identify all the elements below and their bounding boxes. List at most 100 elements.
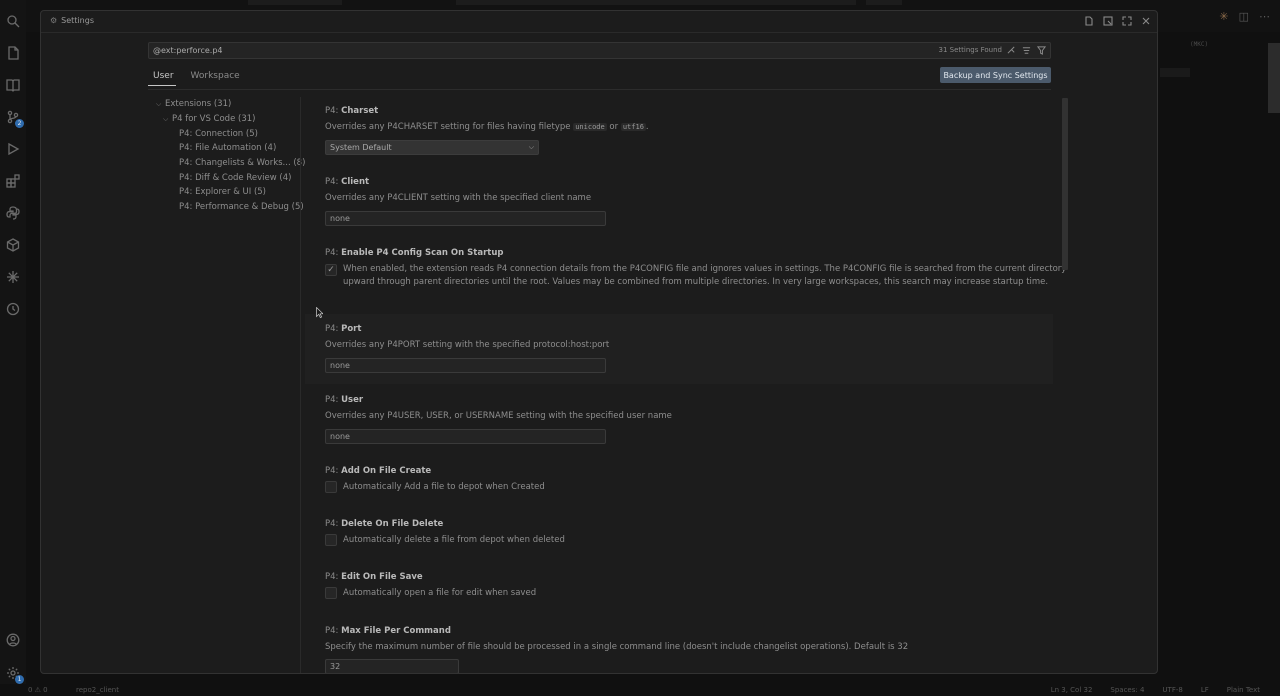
scope-divider — [148, 89, 1051, 90]
setting-description: Overrides any P4PORT setting with the sp… — [325, 340, 610, 350]
chevron-down-icon: ⌵ — [528, 143, 534, 151]
activity-bar: 2 1 — [0, 0, 26, 696]
close-icon[interactable] — [1140, 15, 1151, 26]
book-icon[interactable] — [5, 77, 21, 93]
settings-search-input[interactable] — [153, 43, 853, 58]
layout-controls: ✳ ◫ ⋯ — [1219, 10, 1270, 23]
setting-description: Overrides any P4USER, USER, or USERNAME … — [325, 411, 672, 421]
editor-tab[interactable] — [866, 0, 902, 5]
toc-item-file-automation[interactable]: P4: File Automation (4) — [148, 141, 300, 156]
extensions-icon[interactable] — [5, 173, 21, 189]
setting-delete-on-delete: P4: Delete On File Delete Automatically … — [313, 509, 1053, 562]
setting-description: Overrides any P4CHARSET setting for file… — [325, 122, 649, 132]
copilot-icon[interactable]: ✳ — [1219, 10, 1228, 23]
editor-line-highlight — [1160, 68, 1190, 77]
toc-item-performance-debug[interactable]: P4: Performance & Debug (5) — [148, 200, 304, 215]
setting-config-scan: P4: Enable P4 Config Scan On Startup ✓ W… — [313, 238, 1066, 308]
clear-search-icon[interactable] — [1006, 45, 1017, 56]
branch-status[interactable]: repo2_client — [76, 686, 119, 694]
setting-title: P4: Enable P4 Config Scan On Startup — [325, 248, 504, 258]
port-input[interactable] — [325, 358, 606, 373]
mouse-cursor-icon — [316, 307, 323, 318]
filter-list-icon[interactable] — [1021, 45, 1032, 56]
setting-title: P4: User — [325, 395, 364, 405]
toc-item-diff-review[interactable]: P4: Diff & Code Review (4) — [148, 170, 300, 185]
setting-client: P4: Client Overrides any P4CLIENT settin… — [313, 167, 1053, 238]
filter-icon[interactable] — [1036, 45, 1047, 56]
backup-sync-button[interactable]: Backup and Sync Settings — [940, 67, 1051, 83]
setting-description: Specify the maximum number of file shoul… — [325, 642, 909, 652]
toc-item-changelists[interactable]: P4: Changelists & Works... (8) — [148, 156, 305, 171]
setting-title: P4: Port — [325, 324, 362, 334]
editor-tab[interactable] — [248, 0, 342, 5]
maximize-icon[interactable] — [1121, 15, 1132, 26]
config-scan-checkbox[interactable]: ✓ — [325, 264, 337, 276]
client-input[interactable] — [325, 211, 606, 226]
edit-on-save-checkbox[interactable] — [325, 587, 337, 599]
encoding-status[interactable]: UTF-8 — [1162, 686, 1182, 694]
editor-scrollbar[interactable] — [1268, 43, 1280, 113]
command-center[interactable] — [456, 0, 856, 5]
run-debug-icon[interactable] — [5, 141, 21, 157]
setting-description: Automatically open a file for edit when … — [343, 588, 537, 598]
setting-description: When enabled, the extension reads P4 con… — [343, 264, 1067, 287]
setting-description: Automatically delete a file from depot w… — [343, 535, 565, 545]
setting-charset: P4: Charset Overrides any P4CHARSET sett… — [313, 97, 1053, 167]
python-icon[interactable] — [5, 205, 21, 221]
add-on-create-checkbox[interactable] — [325, 481, 337, 493]
more-actions-icon[interactable]: ⋯ — [1259, 10, 1270, 23]
max-file-input[interactable] — [325, 659, 459, 673]
setting-description: Automatically Add a file to depot when C… — [343, 482, 545, 492]
eol-status[interactable]: LF — [1201, 686, 1209, 694]
open-json-icon[interactable] — [1083, 15, 1094, 26]
dialog-titlebar: ⚙ Settings — [41, 11, 1157, 33]
sparkle-icon[interactable] — [5, 269, 21, 285]
search-icon[interactable] — [5, 13, 21, 29]
problems-status[interactable]: 0 ⚠ 0 — [28, 686, 48, 694]
accounts-icon[interactable] — [5, 632, 21, 648]
chevron-down-icon: ⌵ — [163, 114, 169, 123]
dialog-title: Settings — [61, 16, 94, 25]
settings-gear-icon: ⚙ — [50, 16, 58, 25]
setting-port: P4: Port Overrides any P4PORT setting wi… — [305, 314, 1053, 384]
setting-title: P4: Add On File Create — [325, 466, 432, 476]
toc-divider — [300, 97, 301, 673]
indentation-status[interactable]: Spaces: 4 — [1110, 686, 1144, 694]
delete-on-delete-checkbox[interactable] — [325, 534, 337, 546]
language-status[interactable]: Plain Text — [1227, 686, 1260, 694]
settings-toc: ⌵ Extensions (31) ⌵ P4 for VS Code (31) P4… — [148, 97, 305, 215]
timeline-icon[interactable] — [5, 301, 21, 317]
user-input[interactable] — [325, 429, 606, 444]
scope-tabs: User Workspace — [148, 70, 242, 86]
open-in-editor-icon[interactable] — [1102, 15, 1113, 26]
toc-item-p4-for-vscode[interactable]: ⌵ P4 for VS Code (31) — [148, 112, 300, 127]
chevron-down-icon: ⌵ — [156, 99, 162, 108]
setting-description: Overrides any P4CLIENT setting with the … — [325, 193, 592, 203]
split-editor-icon[interactable]: ◫ — [1239, 10, 1249, 23]
source-control-badge: 2 — [15, 119, 24, 128]
settings-search-box: 31 Settings Found — [148, 42, 1051, 59]
setting-title: P4: Delete On File Delete — [325, 519, 444, 529]
editor-text: (MKC) — [1190, 41, 1209, 48]
setting-title: P4: Max File Per Command — [325, 626, 451, 636]
explorer-icon[interactable] — [5, 45, 21, 61]
settings-dialog: ⚙ Settings 31 Settings Found User Worksp… — [40, 10, 1158, 674]
setting-add-on-create: P4: Add On File Create Automatically Add… — [313, 456, 1053, 509]
manage-gear-icon[interactable]: 1 — [5, 665, 24, 684]
setting-title: P4: Charset — [325, 106, 379, 116]
accounts-badge: 1 — [15, 675, 24, 684]
charset-dropdown[interactable]: System Default ⌵ — [325, 140, 539, 155]
toc-item-connection[interactable]: P4: Connection (5) — [148, 126, 300, 141]
settings-scrollbar[interactable] — [1062, 98, 1068, 270]
setting-edit-on-save: P4: Edit On File Save Automatically open… — [313, 562, 1053, 615]
toc-item-explorer-ui[interactable]: P4: Explorer & UI (5) — [148, 185, 300, 200]
setting-user: P4: User Overrides any P4USER, USER, or … — [313, 385, 1053, 455]
cursor-position-status[interactable]: Ln 3, Col 32 — [1051, 686, 1093, 694]
tab-workspace[interactable]: Workspace — [186, 70, 242, 86]
cube-icon[interactable] — [5, 237, 21, 253]
setting-title: P4: Client — [325, 177, 370, 187]
status-bar: 0 ⚠ 0 repo2_client Ln 3, Col 32 Spaces: … — [0, 684, 1280, 696]
source-control-icon[interactable]: 2 — [5, 109, 24, 128]
tab-user[interactable]: User — [148, 70, 176, 86]
toc-item-extensions[interactable]: ⌵ Extensions (31) — [148, 97, 300, 112]
